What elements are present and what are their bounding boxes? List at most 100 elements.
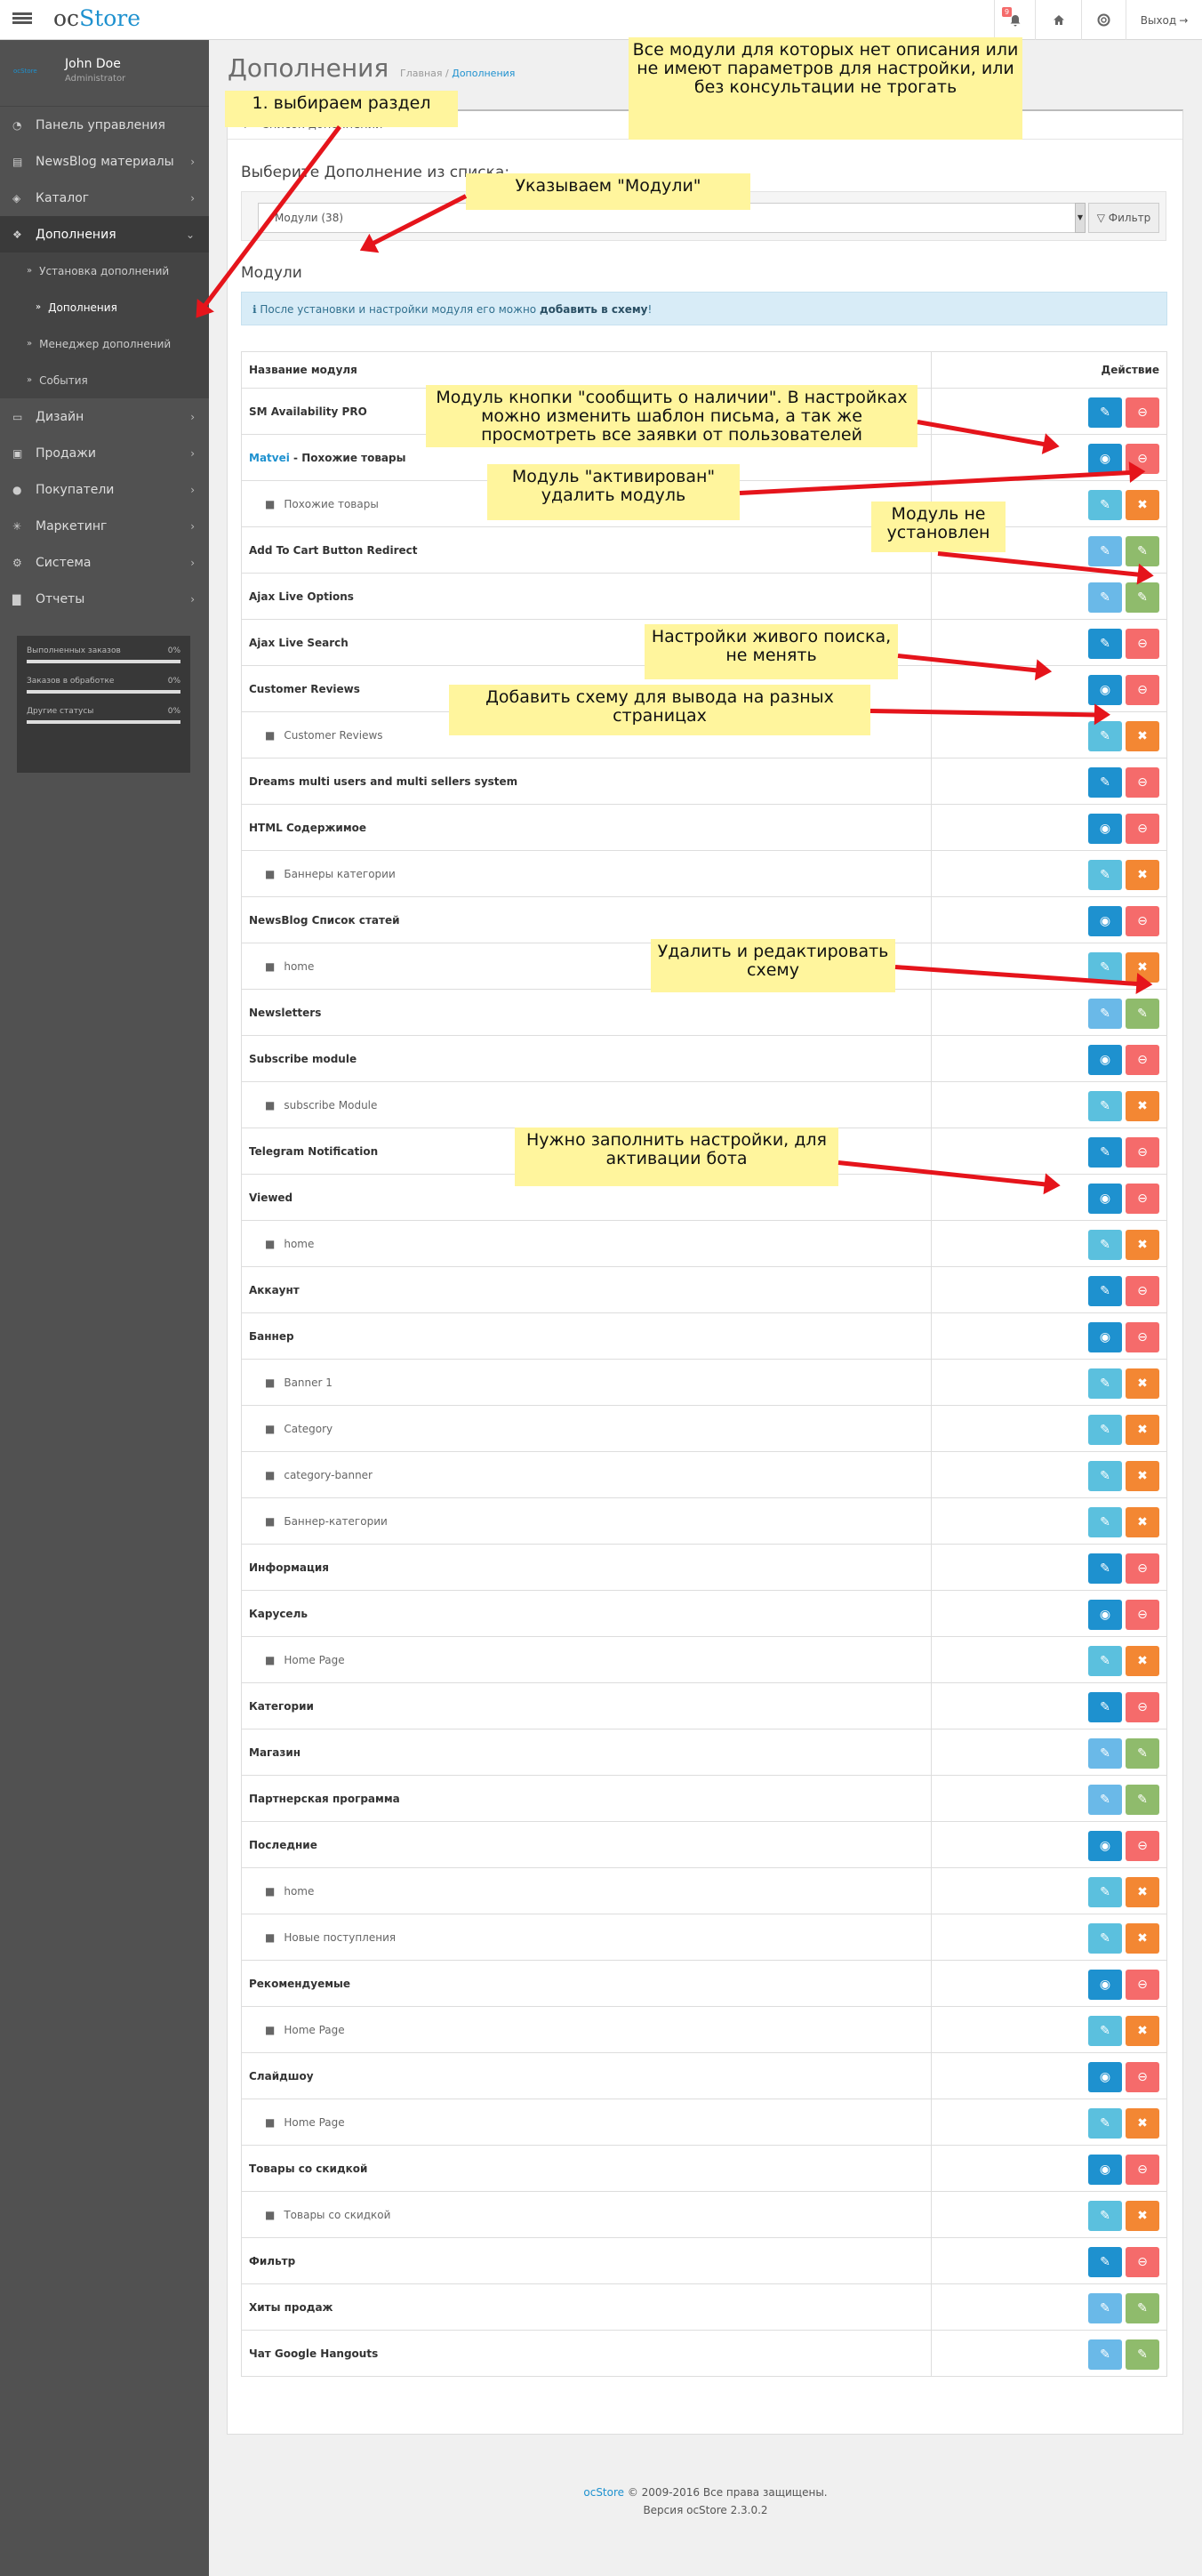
column-header-name[interactable]: Название модуля: [242, 352, 932, 388]
edit-button[interactable]: ✎: [1088, 2247, 1122, 2277]
delete-layout-button[interactable]: ✖: [1126, 721, 1159, 751]
sidebar-item-design[interactable]: ▭ Дизайн ›: [0, 398, 209, 435]
notifications-button[interactable]: 9: [994, 0, 1035, 40]
uninstall-button[interactable]: ⊖: [1126, 767, 1159, 798]
filter-button[interactable]: ▽ Фильтр: [1088, 203, 1159, 233]
edit-layout-button[interactable]: ✎: [1088, 1877, 1122, 1907]
edit-layout-button[interactable]: ✎: [1088, 1368, 1122, 1399]
uninstall-button[interactable]: ⊖: [1126, 1831, 1159, 1861]
edit-layout-button[interactable]: ✎: [1088, 1646, 1122, 1676]
edit-layout-button[interactable]: ✎: [1088, 2108, 1122, 2139]
uninstall-button[interactable]: ⊖: [1126, 1970, 1159, 2000]
logout-button[interactable]: Выход →: [1126, 0, 1202, 40]
add-layout-button[interactable]: ◉: [1088, 1045, 1122, 1075]
add-layout-button[interactable]: ◉: [1088, 675, 1122, 705]
edit-layout-button[interactable]: ✎: [1088, 2016, 1122, 2046]
select-arrow-icon[interactable]: ▼: [1075, 203, 1086, 233]
install-button[interactable]: ✎: [1126, 2293, 1159, 2323]
add-layout-button[interactable]: ◉: [1088, 814, 1122, 844]
add-layout-button[interactable]: ◉: [1088, 1831, 1122, 1861]
edit-button[interactable]: ✎: [1088, 1785, 1122, 1815]
delete-layout-button[interactable]: ✖: [1126, 1507, 1159, 1537]
uninstall-button[interactable]: ⊖: [1126, 2247, 1159, 2277]
edit-layout-button[interactable]: ✎: [1088, 490, 1122, 520]
module-author-link[interactable]: Matvei: [249, 452, 290, 464]
uninstall-button[interactable]: ⊖: [1126, 2155, 1159, 2185]
edit-layout-button[interactable]: ✎: [1088, 721, 1122, 751]
logo[interactable]: ocStore: [53, 5, 140, 31]
edit-button[interactable]: ✎: [1088, 1738, 1122, 1769]
edit-layout-button[interactable]: ✎: [1088, 1415, 1122, 1445]
edit-button[interactable]: ✎: [1088, 397, 1122, 428]
edit-button[interactable]: ✎: [1088, 1692, 1122, 1722]
delete-layout-button[interactable]: ✖: [1126, 1923, 1159, 1954]
delete-layout-button[interactable]: ✖: [1126, 2016, 1159, 2046]
delete-layout-button[interactable]: ✖: [1126, 1230, 1159, 1260]
delete-layout-button[interactable]: ✖: [1126, 1877, 1159, 1907]
install-button[interactable]: ✎: [1126, 999, 1159, 1029]
menu-toggle-icon[interactable]: [12, 11, 32, 28]
delete-layout-button[interactable]: ✖: [1126, 1091, 1159, 1121]
delete-layout-button[interactable]: ✖: [1126, 860, 1159, 890]
sidebar-item-customers[interactable]: ● Покупатели ›: [0, 471, 209, 508]
add-layout-button[interactable]: ◉: [1088, 906, 1122, 936]
breadcrumb-home[interactable]: Главная: [400, 68, 443, 79]
edit-button[interactable]: ✎: [1088, 1553, 1122, 1584]
sidebar-subitem-manager[interactable]: » Менеджер дополнений: [0, 325, 209, 362]
delete-layout-button[interactable]: ✖: [1126, 1646, 1159, 1676]
add-layout-button[interactable]: ◉: [1088, 444, 1122, 474]
edit-layout-button[interactable]: ✎: [1088, 1923, 1122, 1954]
install-button[interactable]: ✎: [1126, 536, 1159, 566]
edit-button[interactable]: ✎: [1088, 1276, 1122, 1306]
uninstall-button[interactable]: ⊖: [1126, 1322, 1159, 1352]
delete-layout-button[interactable]: ✖: [1126, 2108, 1159, 2139]
sidebar-item-dashboard[interactable]: ◔ Панель управления: [0, 107, 209, 143]
uninstall-button[interactable]: ⊖: [1126, 629, 1159, 659]
edit-layout-button[interactable]: ✎: [1088, 1507, 1122, 1537]
sidebar-item-reports[interactable]: ▇ Отчеты ›: [0, 581, 209, 617]
uninstall-button[interactable]: ⊖: [1126, 814, 1159, 844]
sidebar-item-catalog[interactable]: ◈ Каталог ›: [0, 180, 209, 216]
install-button[interactable]: ✎: [1126, 1738, 1159, 1769]
store-home-button[interactable]: [1035, 0, 1081, 40]
uninstall-button[interactable]: ⊖: [1126, 397, 1159, 428]
add-layout-button[interactable]: ◉: [1088, 1322, 1122, 1352]
uninstall-button[interactable]: ⊖: [1126, 1137, 1159, 1168]
sidebar-item-extensions[interactable]: ❖ Дополнения ⌄: [0, 216, 209, 253]
edit-button[interactable]: ✎: [1088, 2293, 1122, 2323]
edit-layout-button[interactable]: ✎: [1088, 1461, 1122, 1491]
uninstall-button[interactable]: ⊖: [1126, 1553, 1159, 1584]
delete-layout-button[interactable]: ✖: [1126, 490, 1159, 520]
edit-button[interactable]: ✎: [1088, 767, 1122, 798]
sidebar-item-newsblog[interactable]: ▤ NewsBlog материалы ›: [0, 143, 209, 180]
breadcrumb-current[interactable]: Дополнения: [452, 68, 515, 79]
add-layout-button[interactable]: ◉: [1088, 2062, 1122, 2092]
sidebar-subitem-extensions[interactable]: » Дополнения: [0, 289, 209, 325]
sidebar-item-system[interactable]: ⚙ Система ›: [0, 544, 209, 581]
uninstall-button[interactable]: ⊖: [1126, 1600, 1159, 1630]
uninstall-button[interactable]: ⊖: [1126, 1276, 1159, 1306]
uninstall-button[interactable]: ⊖: [1126, 1184, 1159, 1214]
uninstall-button[interactable]: ⊖: [1126, 675, 1159, 705]
edit-layout-button[interactable]: ✎: [1088, 1091, 1122, 1121]
sidebar-item-marketing[interactable]: ✳ Маркетинг ›: [0, 508, 209, 544]
uninstall-button[interactable]: ⊖: [1126, 2062, 1159, 2092]
uninstall-button[interactable]: ⊖: [1126, 1692, 1159, 1722]
install-button[interactable]: ✎: [1126, 2339, 1159, 2370]
edit-button[interactable]: ✎: [1088, 2339, 1122, 2370]
add-layout-button[interactable]: ◉: [1088, 1184, 1122, 1214]
sidebar-item-sales[interactable]: ▣ Продажи ›: [0, 435, 209, 471]
edit-button[interactable]: ✎: [1088, 629, 1122, 659]
delete-layout-button[interactable]: ✖: [1126, 1368, 1159, 1399]
edit-layout-button[interactable]: ✎: [1088, 2201, 1122, 2231]
delete-layout-button[interactable]: ✖: [1126, 1461, 1159, 1491]
edit-button[interactable]: ✎: [1088, 999, 1122, 1029]
user-profile[interactable]: ocStore John Doe Administrator: [0, 40, 209, 107]
uninstall-button[interactable]: ⊖: [1126, 1045, 1159, 1075]
add-layout-button[interactable]: ◉: [1088, 2155, 1122, 2185]
edit-button[interactable]: ✎: [1088, 582, 1122, 613]
edit-button[interactable]: ✎: [1088, 1137, 1122, 1168]
sidebar-subitem-installer[interactable]: » Установка дополнений: [0, 253, 209, 289]
install-button[interactable]: ✎: [1126, 582, 1159, 613]
add-layout-button[interactable]: ◉: [1088, 1600, 1122, 1630]
